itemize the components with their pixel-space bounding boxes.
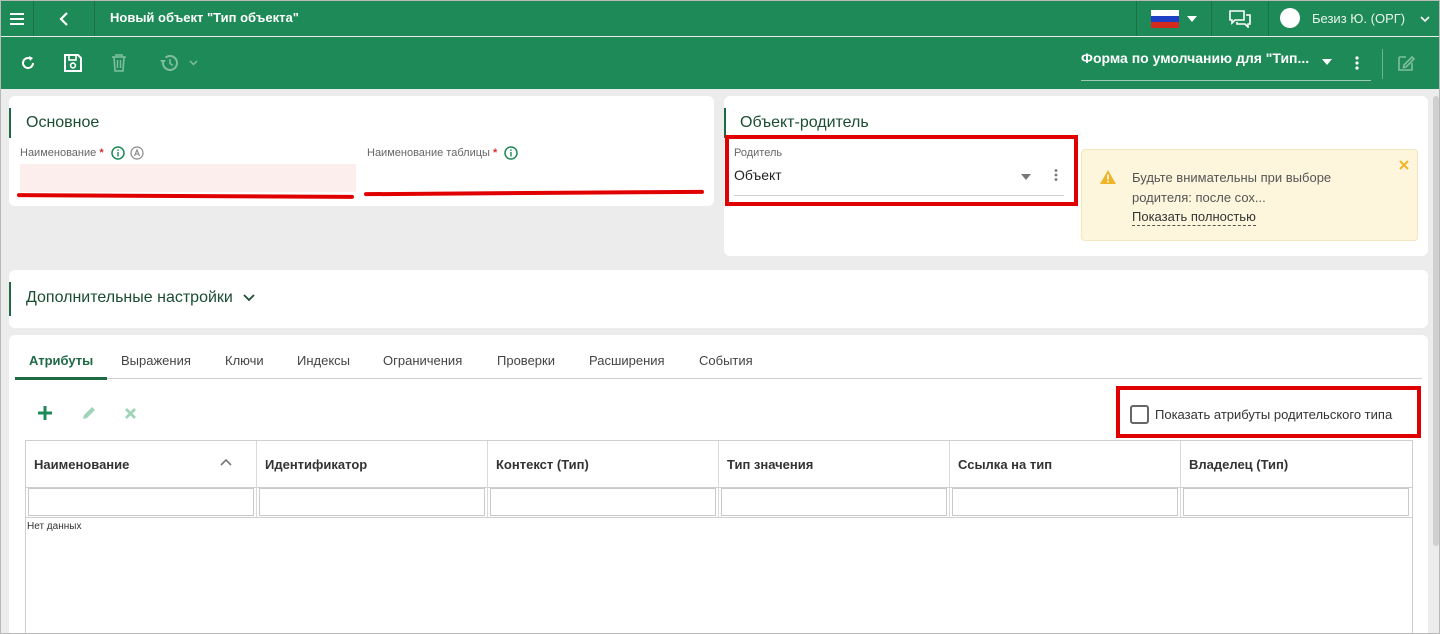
- column-header-identifier[interactable]: Идентификатор: [257, 441, 487, 487]
- page-title: Новый объект "Тип объекта": [110, 10, 299, 25]
- empty-table-message: Нет данных: [27, 521, 82, 532]
- warning-icon: [1100, 170, 1116, 184]
- chevron-down-icon: [243, 294, 255, 302]
- parent-field-label: Родитель: [734, 147, 783, 159]
- caret-down-icon[interactable]: [1021, 174, 1031, 180]
- tab-events[interactable]: События: [699, 353, 753, 368]
- column-header-value-type[interactable]: Тип значения: [719, 441, 949, 487]
- extra-settings-title[interactable]: Дополнительные настройки: [26, 289, 255, 307]
- remove-icon[interactable]: [124, 407, 137, 425]
- chat-icon[interactable]: [1212, 1, 1268, 36]
- filter-name-input[interactable]: [28, 488, 254, 516]
- page-scrollbar[interactable]: [1433, 96, 1439, 546]
- more-vertical-icon[interactable]: [1054, 169, 1058, 181]
- delete-icon[interactable]: [105, 37, 133, 89]
- tab-checks[interactable]: Проверки: [497, 353, 555, 368]
- tab-keys[interactable]: Ключи: [225, 353, 264, 368]
- user-name[interactable]: Безиз Ю. (ОРГ): [1312, 11, 1405, 26]
- history-icon[interactable]: [153, 37, 203, 89]
- parent-card: Объект-родитель Родитель Объект Будьте в…: [724, 96, 1428, 256]
- name-field-label: Наименование *: [20, 146, 144, 160]
- edit-icon[interactable]: [81, 405, 97, 426]
- filter-value-type-input[interactable]: [721, 488, 947, 516]
- language-selector[interactable]: [1137, 1, 1211, 36]
- section-title: Объект-родитель: [740, 114, 869, 131]
- tab-attributes[interactable]: Атрибуты: [29, 353, 93, 368]
- tab-extensions[interactable]: Расширения: [589, 353, 665, 368]
- table-name-field-label: Наименование таблицы *: [367, 146, 519, 160]
- more-vertical-icon[interactable]: [1347, 37, 1367, 89]
- form-selector-label: Форма по умолчанию для "Тип...: [1081, 50, 1310, 66]
- red-underline: [16, 193, 355, 199]
- tab-indexes[interactable]: Индексы: [297, 353, 350, 368]
- save-icon[interactable]: [59, 37, 87, 89]
- form-selector[interactable]: Форма по умолчанию для "Тип...: [1081, 49, 1371, 81]
- warning-text-line2: родителя: после сох...: [1132, 190, 1266, 205]
- warning-text-line1: Будьте внимательны при выборе: [1132, 170, 1332, 185]
- column-header-owner[interactable]: Владелец (Тип): [1181, 441, 1411, 487]
- app-window: Новый объект "Тип объекта" Безиз Ю. (ОРГ…: [0, 0, 1440, 634]
- info-icon[interactable]: [504, 146, 519, 160]
- sort-ascending-icon[interactable]: [220, 458, 232, 466]
- active-tab-indicator: [15, 377, 107, 380]
- caret-down-icon: [1187, 15, 1197, 22]
- show-full-link[interactable]: Показать полностью: [1132, 209, 1256, 226]
- filter-context-input[interactable]: [490, 488, 716, 516]
- russia-flag-icon: [1151, 9, 1179, 28]
- back-arrow-icon[interactable]: [34, 1, 94, 36]
- section-title: Основное: [26, 114, 100, 131]
- filter-type-ref-input[interactable]: [952, 488, 1178, 516]
- parent-select-value[interactable]: Объект: [734, 167, 782, 183]
- show-parent-attrs-checkbox[interactable]: [1130, 405, 1149, 424]
- add-icon[interactable]: [36, 404, 54, 427]
- close-icon[interactable]: [1399, 160, 1409, 170]
- caret-down-icon: [1322, 59, 1332, 65]
- toolbar: Форма по умолчанию для "Тип...: [1, 37, 1439, 89]
- tab-constraints[interactable]: Ограничения: [383, 353, 462, 368]
- avatar[interactable]: [1280, 8, 1300, 28]
- info-icon[interactable]: [110, 146, 125, 160]
- extra-settings-card[interactable]: Дополнительные настройки: [9, 270, 1428, 328]
- column-header-context[interactable]: Контекст (Тип): [488, 441, 718, 487]
- tab-expressions[interactable]: Выражения: [121, 353, 191, 368]
- top-bar: Новый объект "Тип объекта" Безиз Ю. (ОРГ…: [1, 1, 1439, 36]
- table-name-input[interactable]: [366, 164, 702, 192]
- filter-owner-input[interactable]: [1183, 488, 1409, 516]
- name-input[interactable]: [20, 164, 356, 192]
- menu-icon[interactable]: [1, 1, 33, 36]
- edit-form-icon[interactable]: [1393, 37, 1419, 89]
- chevron-down-icon[interactable]: [1415, 1, 1435, 36]
- translate-icon[interactable]: [130, 146, 144, 160]
- warning-banner: Будьте внимательны при выборе родителя: …: [1081, 149, 1418, 241]
- main-card: Основное Наименование * Наименование таб…: [9, 96, 714, 206]
- filter-identifier-input[interactable]: [259, 488, 485, 516]
- show-parent-attrs-label[interactable]: Показать атрибуты родительского типа: [1155, 407, 1392, 422]
- refresh-icon[interactable]: [15, 37, 41, 89]
- column-header-type-ref[interactable]: Ссылка на тип: [950, 441, 1180, 487]
